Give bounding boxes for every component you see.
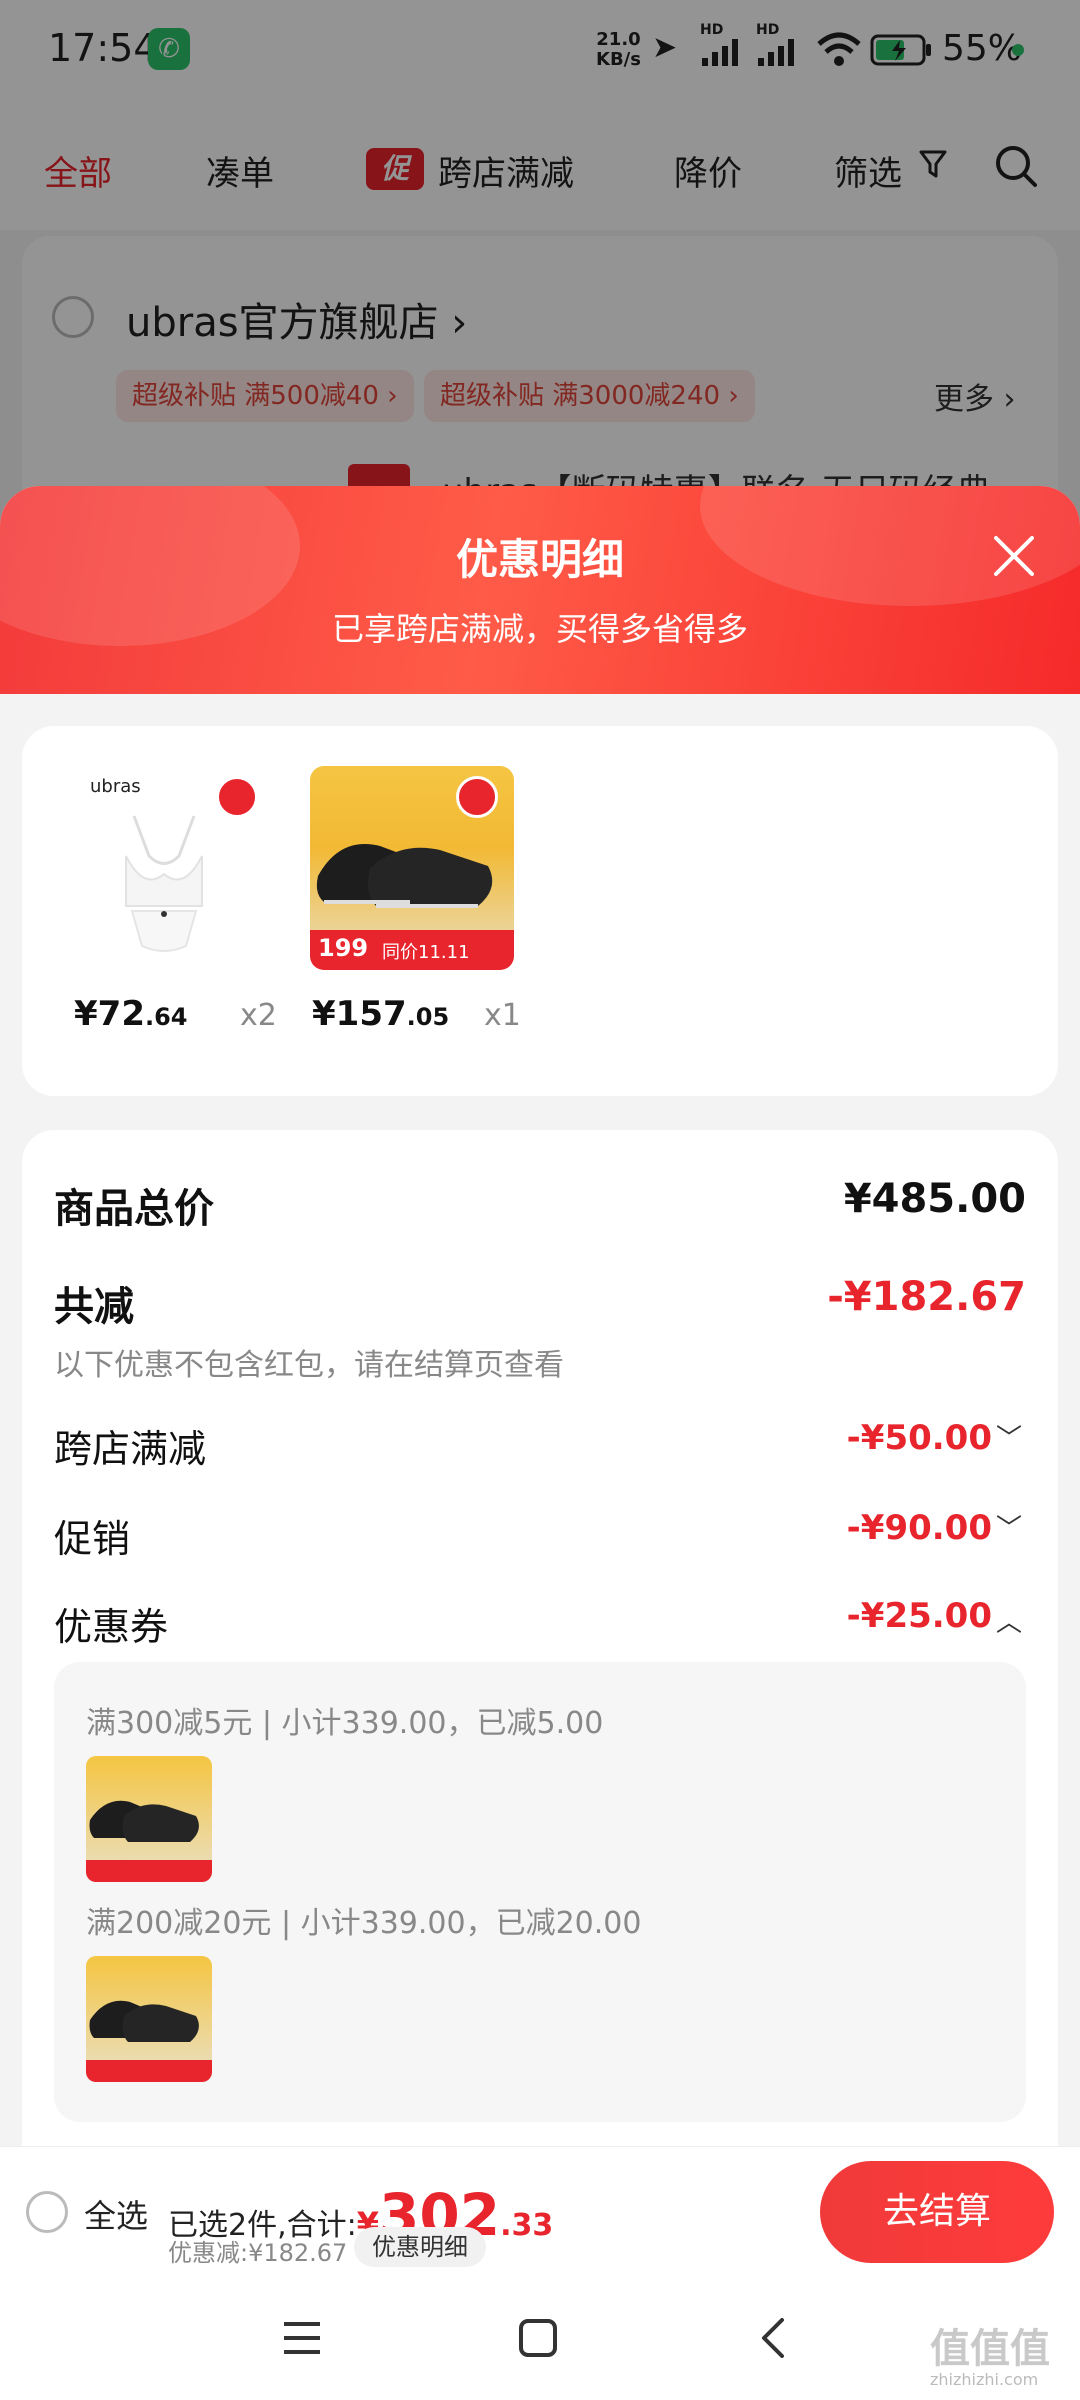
thumb-price: 199 bbox=[318, 934, 369, 962]
total-price-value: ¥485.00 bbox=[843, 1176, 1026, 1222]
coupon-value[interactable]: -¥25.00 bbox=[847, 1596, 992, 1636]
coupon-rule: 满200减20元 | 小计339.00，已减20.00 bbox=[86, 1906, 642, 1941]
redpacket-note: 以下优惠不包含红包，请在结算页查看 bbox=[54, 1348, 564, 1383]
watermark-url: zhizhizhi.com bbox=[930, 2370, 1039, 2389]
cross-store-label: 跨店满减 bbox=[54, 1427, 207, 1471]
product-thumb-bra[interactable]: ubras bbox=[64, 766, 268, 970]
selected-check-icon[interactable] bbox=[216, 776, 258, 818]
mini-price-banner bbox=[86, 2060, 212, 2082]
select-all-label[interactable]: 全选 bbox=[84, 2191, 148, 2237]
sheet-subtitle: 已享跨店满减，买得多省得多 bbox=[331, 610, 748, 648]
system-nav-bar bbox=[0, 2276, 1080, 2400]
checkout-bar: 全选 已选2件,合计:¥302.33 优惠减:¥182.67 优惠明细 去结算 bbox=[0, 2146, 1080, 2276]
mini-price-banner bbox=[86, 1860, 212, 1882]
coupon-rule: 满300减5元 | 小计339.00，已减5.00 bbox=[86, 1706, 604, 1741]
coupon-product-thumb bbox=[86, 1756, 212, 1882]
cross-store-value[interactable]: -¥50.00 bbox=[847, 1418, 992, 1458]
discount-summary: 优惠减:¥182.67 bbox=[168, 2239, 348, 2267]
total-reduce-value: -¥182.67 bbox=[827, 1274, 1026, 1320]
coupon-product-thumb bbox=[86, 1956, 212, 2082]
close-icon[interactable] bbox=[990, 532, 1038, 580]
product-qty: x2 bbox=[240, 998, 277, 1033]
selected-check-icon[interactable] bbox=[456, 776, 498, 818]
bra-product-image bbox=[125, 815, 203, 952]
promotion-label: 促销 bbox=[54, 1517, 131, 1561]
discount-detail-sheet: 优惠明细 已享跨店满减，买得多省得多 ubras 199 同价11.11 ¥72… bbox=[0, 486, 1080, 2400]
promotion-value[interactable]: -¥90.00 bbox=[847, 1508, 992, 1548]
chevron-up-icon[interactable]: ︿ bbox=[996, 1602, 1022, 1639]
chevron-down-icon[interactable]: ﹀ bbox=[996, 1418, 1022, 1455]
menu-icon[interactable] bbox=[282, 2320, 322, 2356]
chevron-down-icon[interactable]: ﹀ bbox=[996, 1508, 1022, 1545]
checkout-button[interactable]: 去结算 bbox=[820, 2161, 1054, 2263]
thumb-tag: 同价11.11 bbox=[382, 942, 470, 963]
discount-detail-button[interactable]: 优惠明细 bbox=[354, 2227, 486, 2267]
total-reduce-label: 共减 bbox=[54, 1284, 134, 1330]
total-price-label: 商品总价 bbox=[54, 1186, 214, 1232]
select-all-radio[interactable] bbox=[26, 2191, 68, 2233]
total-decimal: .33 bbox=[500, 2208, 554, 2243]
watermark-text: 值值值 bbox=[930, 2326, 1050, 2372]
home-icon[interactable] bbox=[518, 2318, 558, 2358]
thumb-price-banner: 199 同价11.11 bbox=[310, 930, 514, 970]
selected-products-card: ubras 199 同价11.11 ¥72.64 x2 ¥157.05 x1 bbox=[22, 726, 1058, 1096]
back-icon[interactable] bbox=[756, 2316, 788, 2360]
shoes-product-image bbox=[316, 844, 493, 908]
shoes-mini-image bbox=[89, 2000, 199, 2042]
shoes-mini-image bbox=[89, 1800, 199, 1842]
product-price: ¥72.64 bbox=[74, 994, 188, 1034]
sheet-header: 优惠明细 已享跨店满减，买得多省得多 bbox=[0, 486, 1080, 694]
coupon-label: 优惠券 bbox=[54, 1605, 169, 1649]
coupon-breakdown: 满300减5元 | 小计339.00，已减5.00 满200减20元 | 小计3… bbox=[54, 1662, 1026, 2122]
product-thumb-shoes[interactable]: 199 同价11.11 bbox=[310, 766, 514, 970]
sheet-title: 优惠明细 bbox=[455, 535, 624, 584]
brand-logo: ubras bbox=[90, 776, 141, 797]
product-price: ¥157.05 bbox=[312, 994, 450, 1034]
product-qty: x1 bbox=[484, 998, 521, 1033]
